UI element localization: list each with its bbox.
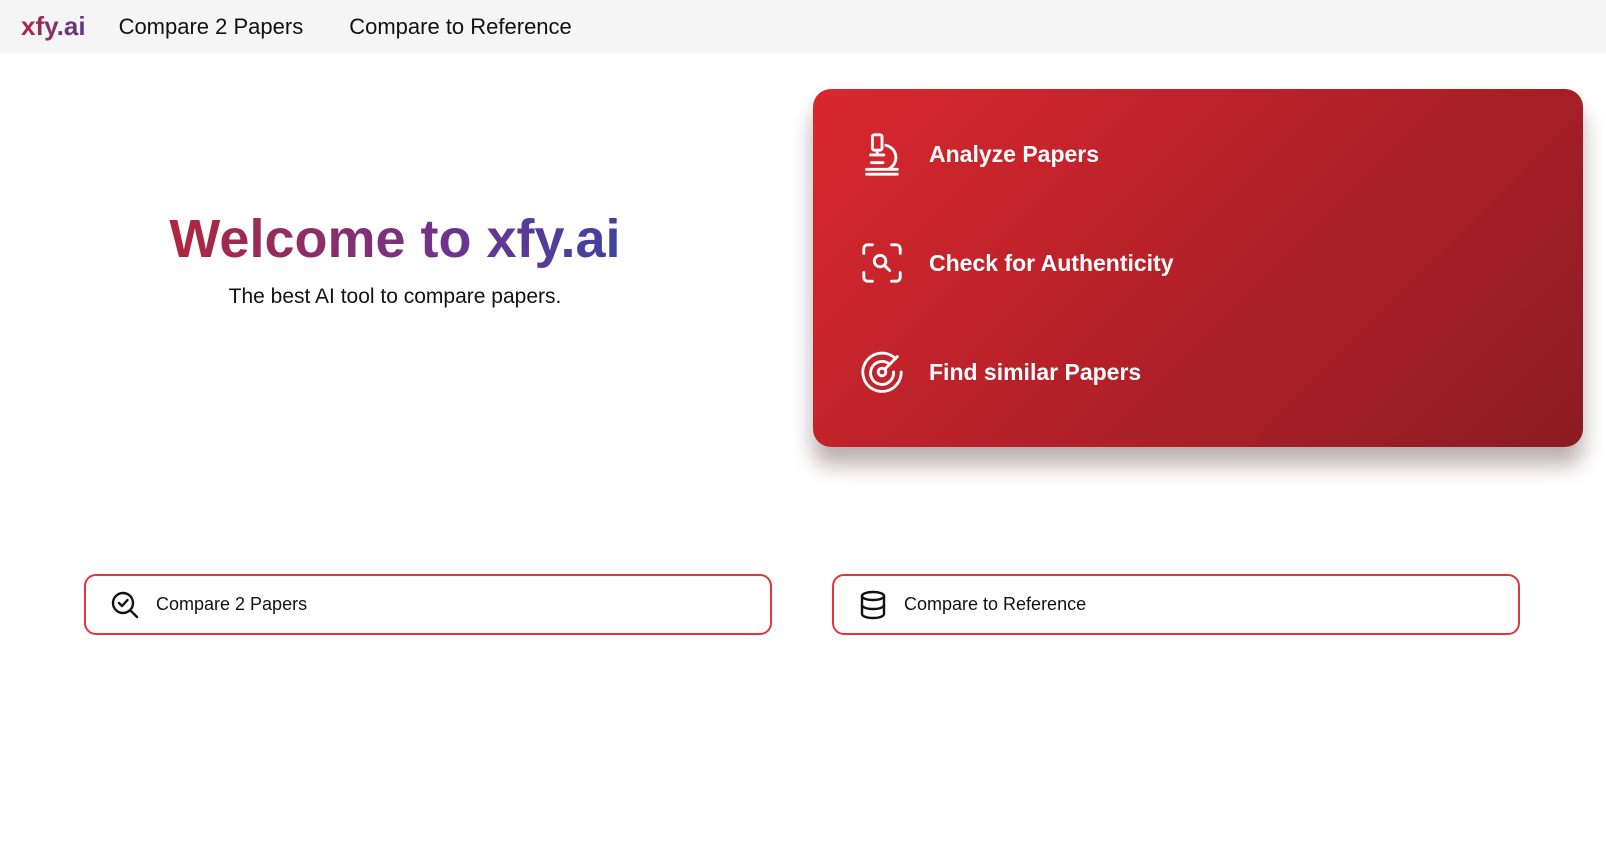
database-icon: [858, 590, 888, 620]
top-navbar: xfy.ai Compare 2 Papers Compare to Refer…: [0, 0, 1606, 53]
hero-section: Welcome to xfy.ai The best AI tool to co…: [0, 53, 790, 309]
feature-label: Check for Authenticity: [929, 249, 1174, 276]
feature-card: Analyze Papers Check for Authenticity Fi: [813, 89, 1583, 447]
compare-2-papers-button[interactable]: Compare 2 Papers: [84, 574, 772, 635]
compare-2-papers-label: Compare 2 Papers: [156, 594, 308, 614]
nav-link-compare-to-reference[interactable]: Compare to Reference: [349, 14, 572, 40]
scan-search-icon: [859, 240, 905, 286]
feature-label: Analyze Papers: [929, 140, 1100, 167]
compare-to-reference-button[interactable]: Compare to Reference: [832, 574, 1520, 635]
feature-item-check-authenticity[interactable]: Check for Authenticity: [859, 238, 1583, 288]
hero-subtitle: The best AI tool to compare papers.: [228, 285, 562, 308]
feature-item-analyze-papers[interactable]: Analyze Papers: [859, 129, 1583, 179]
radar-icon: [859, 349, 905, 395]
feature-item-find-similar-papers[interactable]: Find similar Papers: [859, 347, 1583, 397]
nav-link-compare-2-papers[interactable]: Compare 2 Papers: [119, 14, 304, 40]
compare-to-reference-label: Compare to Reference: [904, 594, 1087, 614]
feature-label: Find similar Papers: [929, 358, 1142, 385]
hero-title: Welcome to xfy.ai: [169, 209, 621, 269]
microscope-icon: [859, 131, 905, 177]
search-check-icon: [110, 590, 140, 620]
brand-logo[interactable]: xfy.ai: [21, 11, 86, 42]
